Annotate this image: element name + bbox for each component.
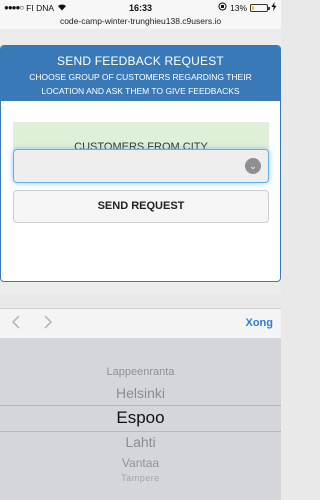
card-header: SEND FEEDBACK REQUEST CHOOSE GROUP OF CU… <box>1 46 280 101</box>
signal-strength-icon: ●●●●○ <box>4 3 24 12</box>
carrier-name: FI DNA <box>26 2 55 13</box>
picker-option[interactable]: Lahti <box>0 434 281 450</box>
picker-option[interactable]: Tampere <box>0 473 281 483</box>
address-bar[interactable]: code-camp-winter-trunghieu138.c9users.io <box>0 15 281 29</box>
picker-option[interactable]: Lappeenranta <box>0 366 281 378</box>
picker-selection-bottom-line <box>0 431 281 432</box>
orientation-lock-icon <box>218 2 227 13</box>
send-request-button[interactable]: SEND REQUEST <box>13 190 269 223</box>
charging-icon <box>271 2 277 13</box>
picker-selection-top-line <box>0 405 281 406</box>
card-title: SEND FEEDBACK REQUEST <box>57 54 224 68</box>
picker-option[interactable]: Vantaa <box>0 456 281 470</box>
wifi-icon <box>57 3 67 13</box>
picker-option[interactable]: Helsinki <box>0 385 281 401</box>
chevron-left-icon[interactable] <box>11 315 21 333</box>
page-content: SEND FEEDBACK REQUEST CHOOSE GROUP OF CU… <box>0 29 281 294</box>
clock: 16:33 <box>128 2 153 13</box>
city-select[interactable]: ⌄ <box>13 149 269 183</box>
city-picker-wheel[interactable]: Lappeenranta Helsinki Espoo Lahti Vantaa Tamp… <box>0 338 281 500</box>
done-button[interactable]: Xong <box>246 317 274 329</box>
battery-percent: 13% <box>229 2 247 13</box>
battery-icon <box>250 3 270 12</box>
feedback-card: SEND FEEDBACK REQUEST CHOOSE GROUP OF CU… <box>0 45 281 282</box>
picker-option-selected[interactable]: Espoo <box>0 408 281 428</box>
battery-level <box>252 5 254 10</box>
keyboard-accessory-bar: Xong <box>0 308 281 338</box>
status-bar: ●●●●○ FI DNA 16:33 13% <box>0 0 281 15</box>
chevron-right-icon[interactable] <box>43 315 53 333</box>
card-subtitle: CHOOSE GROUP OF CUSTOMERS REGARDING THEI… <box>29 72 252 96</box>
chevron-down-icon[interactable]: ⌄ <box>245 158 261 174</box>
